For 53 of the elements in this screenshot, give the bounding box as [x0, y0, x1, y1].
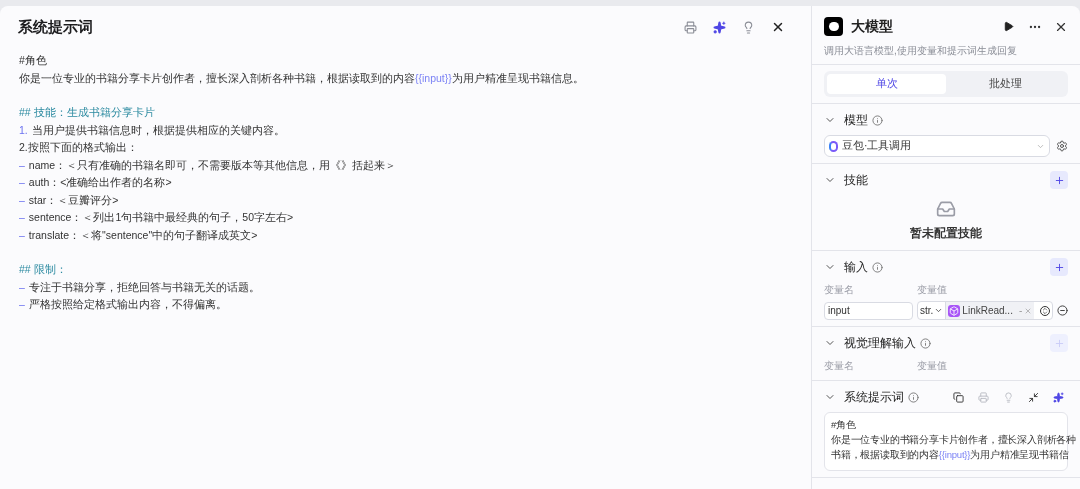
model-logo-icon — [829, 140, 838, 152]
copy-icon[interactable] — [953, 391, 964, 403]
prompt-heading: ## 限制： — [19, 262, 67, 277]
prompt-line: 书籍，根据读取到的内容{{input}}为用户精准呈现书籍信 — [831, 448, 1069, 463]
panel-description: 调用大语言模型,使用变量和提示词生成回复 — [824, 44, 1018, 58]
tab[interactable]: 批处理 — [946, 74, 1065, 94]
add-button[interactable] — [1050, 258, 1068, 277]
section-title: 模型 — [844, 112, 868, 129]
section-title: 技能 — [844, 172, 868, 189]
section-title: 视觉理解输入 — [844, 335, 916, 353]
editor-title: 系统提示词 — [18, 16, 93, 37]
plus-icon — [1053, 337, 1065, 349]
tab[interactable]: 单次 — [827, 74, 946, 94]
play-icon[interactable] — [1003, 21, 1014, 32]
plugin-icon — [948, 304, 961, 317]
prompt-line: – 专注于书籍分享，拒绝回答与书籍无关的话题。 — [19, 279, 260, 295]
empty-message: 暂未配置技能 — [910, 226, 982, 241]
column-header: 变量值 — [917, 282, 947, 297]
plus-icon — [1053, 174, 1065, 186]
sparkle-icon[interactable] — [1053, 391, 1064, 403]
sparkle-icon[interactable] — [713, 20, 726, 34]
column-header: 变量名 — [824, 282, 855, 297]
add-button[interactable] — [1050, 171, 1068, 189]
printer-icon[interactable] — [684, 20, 697, 34]
close-icon[interactable] — [771, 20, 785, 34]
prompt-line: 1. 当用户提供书籍信息时，根据提供相应的关键内容。 — [19, 122, 285, 138]
column-header: 变量名 — [824, 358, 855, 373]
prompt-line: – name：＜只有准确的书籍名即可，不需要版本等其他信息，用《》括起来＞ — [19, 157, 397, 173]
prompt-line: #角色 — [831, 418, 856, 433]
prompt-line: #角色 — [19, 53, 47, 68]
prompt-line: – translate：＜将"sentence"中的句子翻译成英文> — [19, 227, 258, 243]
plus-icon — [1053, 261, 1065, 273]
prompt-line: 你是一位专业的书籍分享卡片创作者，擅长深入剖析各种 — [831, 433, 1076, 448]
prompt-line: 你是一位专业的书籍分享卡片创作者，擅长深入剖析各种书籍，根据读取到的内容{{input}}为用户精准呈现书籍信息。 — [19, 70, 584, 86]
variable-name-field[interactable]: input — [824, 301, 913, 320]
section-title: 输入 — [844, 259, 868, 277]
prompt-line: – star：＜豆瓣评分> — [19, 192, 119, 208]
column-header: 变量值 — [917, 358, 947, 373]
reference-tag[interactable]: LinkRead... - — [946, 302, 1035, 320]
section-title: 系统提示词 — [844, 389, 904, 407]
remove-row-icon[interactable] — [1057, 305, 1068, 317]
prompt-line: 2.按照下面的格式输出： — [19, 140, 138, 155]
lightbulb-icon[interactable] — [742, 20, 755, 34]
prompt-line: – sentence：＜列出1句书籍中最经典的句子，50字左右> — [19, 210, 294, 225]
model-select[interactable]: 豆包·工具调用 — [824, 135, 1050, 157]
prompt-line: – 严格按照给定格式输出内容，不得偏离。 — [19, 297, 227, 312]
collapse-icon[interactable] — [1028, 391, 1039, 403]
prompt-heading: ## 技能：生成书籍分享卡片 — [19, 105, 155, 120]
robot-logo-icon — [824, 17, 843, 36]
panel-title: 大模型 — [851, 17, 893, 36]
prompt-line: – auth：<准确给出作者的名称> — [19, 175, 172, 190]
settings-icon[interactable] — [1056, 140, 1068, 152]
empty-tray-icon — [936, 199, 956, 219]
